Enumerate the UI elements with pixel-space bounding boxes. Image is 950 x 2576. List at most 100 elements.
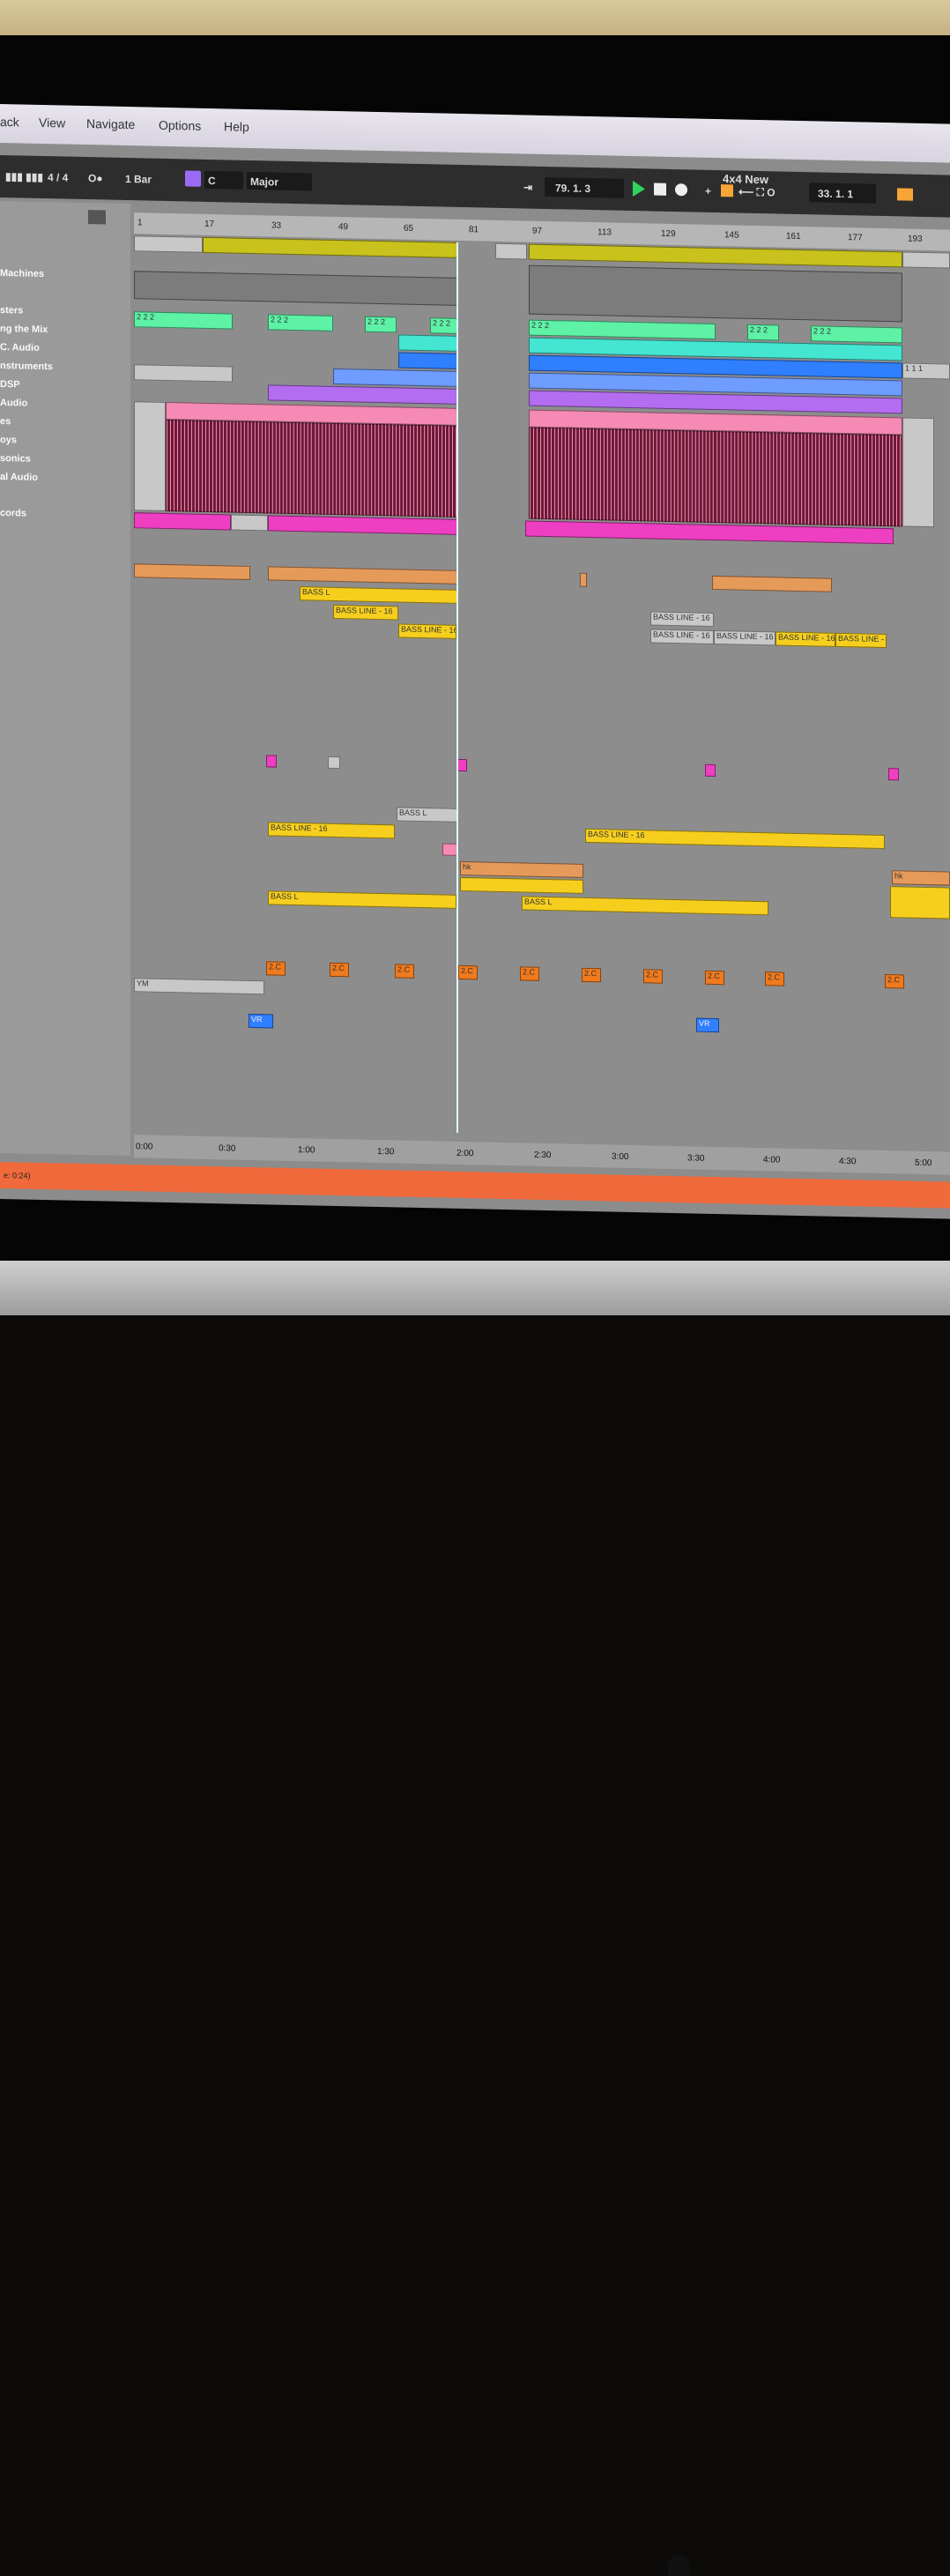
menu-options[interactable]: Options [159,118,201,133]
scale-mode-icon[interactable] [185,170,201,187]
clip[interactable] [705,763,716,778]
automation-arm-icon[interactable] [721,184,733,197]
clip[interactable]: VR [249,1013,273,1029]
clip[interactable] [333,368,458,387]
playhead[interactable] [456,242,458,1133]
bar-marker: 49 [338,222,349,233]
clip[interactable] [268,515,458,535]
clip[interactable]: 2.C [643,969,663,984]
bar-marker: 65 [404,223,414,234]
loop-length-field[interactable]: 33. 1. 1 [809,182,876,204]
clip[interactable] [890,886,950,919]
clip[interactable] [268,566,458,584]
clip[interactable]: YM [134,978,264,995]
clip[interactable] [712,575,832,592]
clip[interactable] [203,236,458,258]
clip[interactable] [529,427,902,527]
bar-marker: 129 [661,228,676,240]
clip[interactable]: BASS LINE - 16 [333,604,398,621]
track-lanes[interactable]: 2 2 2 2 2 2 2 2 2 2 2 2 2 2 2 2 2 2 2 2 … [134,235,950,1152]
scale-field[interactable]: Major [247,171,312,191]
clip[interactable] [902,251,950,269]
key-field[interactable]: C [204,170,243,190]
time-marker: 3:30 [687,1153,705,1164]
clip[interactable] [268,384,458,405]
stop-icon[interactable] [654,182,666,196]
clip[interactable] [495,242,527,260]
clip[interactable]: BASS LINE - 16 [776,631,835,647]
clip[interactable]: 2.C [520,966,539,981]
clip[interactable] [134,512,231,531]
clip[interactable] [134,364,233,383]
clip[interactable] [902,417,934,528]
clip[interactable] [134,401,166,511]
clip[interactable]: BASS LINE - 16 [268,822,395,839]
reenable-icon[interactable]: ⟵ ⛶ O [738,186,776,200]
clip[interactable]: BASS LINE - 16 [835,632,887,649]
time-marker: 0:00 [136,1142,153,1152]
clip[interactable]: 2.C [765,972,784,986]
draw-mode-icon[interactable] [897,188,913,201]
clip[interactable]: 2.C [582,967,601,983]
bar-marker: 177 [848,233,863,243]
clip[interactable]: 2 2 2 [268,314,333,331]
menu-navigate[interactable]: Navigate [86,116,135,131]
menu-view[interactable]: View [39,115,65,130]
clip[interactable] [134,563,250,580]
clip[interactable]: hk [460,860,583,878]
clip[interactable]: BASS L [300,586,458,604]
clip[interactable] [266,755,277,768]
clip[interactable]: 2.C [885,974,904,989]
clip[interactable]: 2 2 2 [365,316,397,333]
clip[interactable]: BASS LINE - 16 [398,623,456,639]
clip[interactable] [529,264,902,323]
time-signature[interactable]: 4 / 4 [48,171,68,183]
status-text: e: 0:24) [4,1171,31,1180]
clip[interactable] [398,352,458,369]
clip[interactable] [580,572,587,587]
clip[interactable]: BASS L [522,896,768,916]
play-icon[interactable] [633,181,645,197]
clip[interactable] [134,235,203,253]
arrangement-position[interactable]: 79. 1. 3 [545,176,624,198]
apple-logo-icon [668,2555,689,2576]
follow-icon[interactable]: ⇥ [523,181,532,193]
clip[interactable] [231,514,268,532]
clip[interactable] [888,768,899,781]
clip[interactable]: VR [696,1017,719,1033]
clip[interactable]: 1 1 1 [902,362,950,380]
clip[interactable]: BASS L [397,807,458,823]
clip[interactable]: 2 2 2 [529,319,716,340]
clip[interactable]: BASS LINE - 16 [585,828,885,850]
clip[interactable]: 2.C [395,964,414,979]
clip[interactable]: 2 2 2 [430,317,458,334]
clip[interactable]: 2.C [330,962,349,978]
clip[interactable]: BASS LINE - 16 [650,629,714,644]
menu-track[interactable]: ack [0,115,19,129]
clip[interactable]: 2 2 2 [811,325,902,344]
clip[interactable]: BASS LINE - 16 [650,611,714,627]
clip[interactable]: 2.C [705,970,724,986]
clip[interactable]: BASS L [268,890,456,909]
metronome-icon[interactable]: O● [88,172,103,184]
clip[interactable] [166,419,458,517]
clip[interactable]: 2 2 2 [134,311,233,330]
clip[interactable] [398,334,458,352]
clip[interactable] [460,876,583,894]
time-marker: 4:30 [839,1156,857,1167]
clip[interactable]: 2 2 2 [747,324,779,341]
menu-help[interactable]: Help [224,119,249,134]
quantize-select[interactable]: 1 Bar [125,173,152,186]
clip[interactable] [134,271,458,306]
clip[interactable]: 2.C [458,964,478,980]
clip[interactable] [328,756,340,770]
bar-marker: 161 [786,231,801,242]
bar-marker: 193 [908,234,923,244]
clip[interactable]: 2.C [266,961,286,976]
record-icon[interactable] [675,183,687,197]
time-marker: 5:00 [915,1158,932,1169]
clip[interactable]: BASS LINE - 16 [714,629,776,646]
clip[interactable]: hk [892,870,950,886]
grid-icon[interactable]: ▮▮▮ ▮▮▮ [5,170,43,183]
overdub-icon[interactable]: + [705,185,711,197]
